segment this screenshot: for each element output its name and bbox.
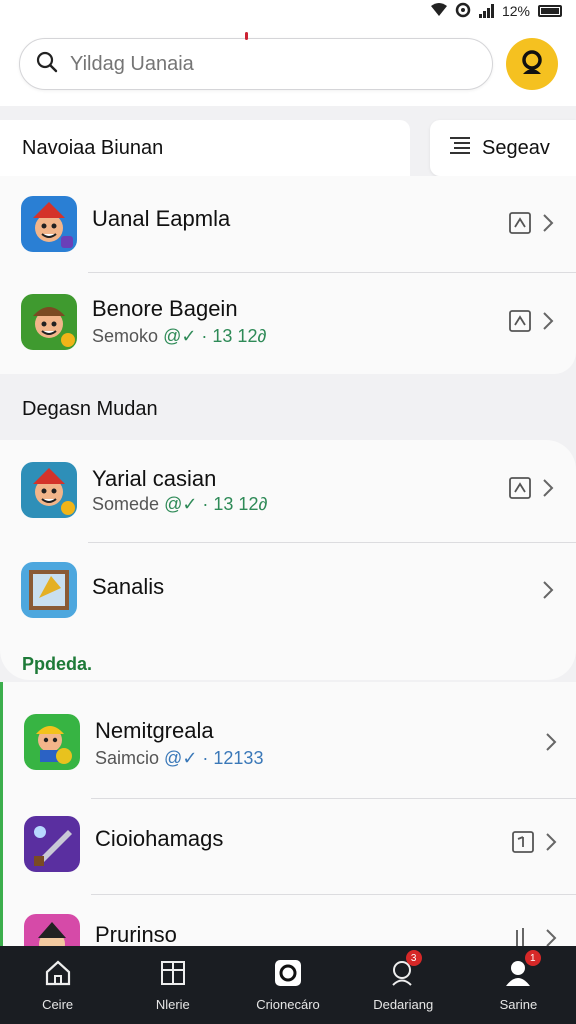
app-row[interactable]: Cioiohamags (3, 800, 576, 896)
chevron-right-icon (543, 830, 559, 854)
app-title: Prurinso (95, 922, 177, 946)
chevron-right-icon (540, 578, 556, 602)
update-icon[interactable] (511, 830, 535, 854)
search-icon (36, 51, 58, 78)
section-title-3: Ppdeda. (22, 654, 93, 674)
update-icon[interactable] (511, 926, 535, 946)
divider (91, 894, 576, 895)
chevron-right-icon (543, 730, 559, 754)
app-title: Uanal Eapmla (92, 206, 231, 231)
bottom-tab-bar: Ceire Nlerie Crionecáro 3 Dedariang 1 Sa… (0, 946, 576, 1024)
tab-messages[interactable]: 3 Dedariang (346, 946, 461, 1024)
app-card-1: Uanal Eapmla Benore Bagein Semoko @✓ · 1… (0, 176, 576, 374)
notification-badge: 1 (524, 950, 541, 966)
notification-dot (245, 32, 248, 40)
chevron-right-icon (540, 309, 556, 333)
game-character-icon (21, 196, 77, 252)
divider (88, 542, 576, 543)
app-row[interactable]: Benore Bagein Semoko @✓ · 13 12∂ (0, 274, 576, 370)
tab-label: Crionecáro (256, 997, 320, 1012)
tab-profile[interactable]: 1 Sarine (461, 946, 576, 1024)
app-title: Nemitgreala (95, 718, 214, 743)
chevron-right-icon (540, 211, 556, 235)
list-icon (448, 135, 472, 161)
battery-percent: 12% (501, 3, 530, 19)
app-version: @✓ · 13 12∂ (163, 326, 267, 346)
game-character-icon (24, 714, 80, 770)
tab-grid[interactable]: Nlerie (115, 946, 230, 1024)
update-icon[interactable] (508, 476, 532, 500)
app-subtitle: Semoko @✓ · 13 12∂ (92, 326, 266, 347)
update-icon[interactable] (508, 211, 532, 235)
game-weapon-icon (24, 816, 80, 872)
app-row[interactable]: Sanalis (0, 544, 576, 640)
app-title: Yarial casian (92, 466, 217, 491)
app-version: @✓ · 12133 (164, 748, 264, 768)
app-row[interactable]: Nemitgreala Saimcio @✓ · 12133 (3, 682, 576, 778)
sort-button[interactable]: Segeav (430, 120, 576, 176)
divider (88, 272, 576, 273)
tab-label: Sarine (499, 997, 538, 1012)
tab-label: Dedariang (373, 997, 434, 1012)
app-row[interactable]: Prurinso (3, 896, 576, 946)
section-header-1: Navoiaa Biunan (0, 120, 410, 176)
app-version: @✓ · 13 12∂ (164, 494, 268, 514)
update-icon[interactable] (508, 309, 532, 333)
home-icon (43, 958, 73, 991)
game-character-icon (21, 294, 77, 350)
battery-icon (538, 5, 562, 17)
app-developer: Saimcio (95, 748, 160, 768)
tab-camera[interactable]: Crionecáro (230, 946, 345, 1024)
camera-icon (273, 958, 303, 991)
chevron-right-icon (540, 476, 556, 500)
search-input[interactable] (70, 52, 470, 76)
app-subtitle: Saimcio @✓ · 12133 (95, 748, 263, 769)
tab-label: Ceire (42, 997, 74, 1012)
notification-badge: 3 (405, 950, 422, 966)
app-title: Benore Bagein (92, 296, 238, 321)
account-icon (517, 47, 547, 82)
chevron-right-icon (543, 926, 559, 946)
tab-label: Nlerie (155, 997, 190, 1012)
puzzle-map-icon (21, 562, 77, 618)
app-title: Sanalis (92, 574, 165, 599)
app-developer: Semoko (92, 326, 159, 346)
app-row[interactable]: Uanal Eapmla (0, 176, 576, 272)
game-character-icon (21, 462, 77, 518)
app-card-3: Nemitgreala Saimcio @✓ · 12133 Cioiohama… (0, 682, 576, 946)
app-row[interactable]: Yarial casian Somede @✓ · 13 12∂ (0, 440, 576, 536)
account-button[interactable] (506, 38, 558, 90)
tab-home[interactable]: Ceire (0, 946, 115, 1024)
search-area (0, 22, 576, 106)
section-title: Navoiaa Biunan (22, 136, 164, 159)
app-developer: Somede (92, 494, 160, 514)
grid-icon (158, 958, 188, 991)
hotspot-icon (455, 2, 471, 21)
game-character-icon (24, 914, 80, 946)
signal-icon (478, 4, 494, 18)
section-title-2: Degasn Mudan (22, 398, 158, 420)
wifi-icon (430, 2, 447, 20)
sort-label: Segeav (482, 136, 550, 159)
app-card-2: Yarial casian Somede @✓ · 13 12∂ Sanalis (0, 440, 576, 680)
app-subtitle: Somede @✓ · 13 12∂ (92, 494, 267, 515)
status-bar: 12% (0, 0, 576, 22)
divider (91, 798, 576, 799)
app-title: Cioiohamags (95, 826, 224, 851)
search-bar[interactable] (19, 38, 493, 90)
